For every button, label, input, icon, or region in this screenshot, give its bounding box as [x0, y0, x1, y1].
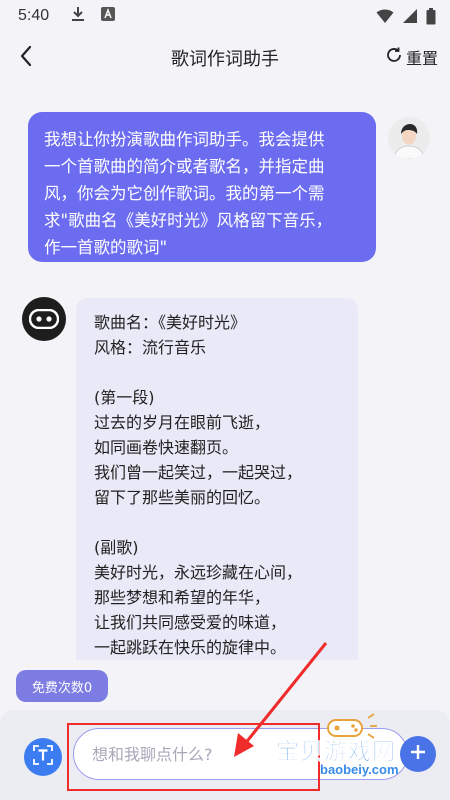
assistant-message-bubble: 歌曲名：《美好时光》 风格：流行音乐 (第一段) 过去的岁月在眼前飞逝， 如同画…: [76, 298, 358, 660]
user-message-line: 求"歌曲名《美好时光》风格留下音乐，: [44, 211, 333, 230]
user-avatar-icon: [388, 117, 430, 159]
verse-line: 过去的岁月在眼前飞逝，: [94, 413, 271, 432]
refresh-icon: [385, 46, 403, 68]
status-system-icons: [376, 7, 436, 25]
user-message-line: 我想让你扮演歌曲作词助手。我会提供: [44, 130, 325, 149]
watermark-url: baobeiy.com: [320, 762, 399, 777]
chorus-line: 一起跳跃在快乐的旋律中。: [94, 638, 287, 657]
status-notifications: [71, 6, 116, 26]
song-style: 风格：流行音乐: [94, 338, 207, 357]
watermark-name: 宝贝游戏网: [276, 739, 396, 766]
back-button[interactable]: [12, 44, 40, 72]
signal-icon: [402, 8, 418, 24]
app-notification-icon: [101, 7, 116, 25]
verse-line: 留下了那些美丽的回忆。: [94, 488, 271, 507]
user-message-bubble: 我想让你扮演歌曲作词助手。我会提供 一个首歌曲的简介或者歌名，并指定曲 风，你会…: [28, 112, 376, 262]
user-message-line: 作一首歌的歌词": [44, 238, 168, 257]
reset-button[interactable]: 重置: [385, 45, 438, 69]
chorus-heading: (副歌): [94, 538, 139, 557]
app-header: 歌词作词助手 重置: [0, 32, 450, 84]
user-avatar[interactable]: [388, 117, 430, 159]
verse-line: 如同画卷快速翻页。: [94, 438, 239, 457]
text-mode-button[interactable]: [24, 738, 62, 776]
status-time: 5:40: [18, 7, 50, 24]
free-count-badge: 免费次数0: [16, 670, 108, 702]
wifi-icon: [376, 8, 394, 24]
verse-heading: (第一段): [94, 388, 155, 407]
user-message-line: 风，你会为它创作歌词。我的第一个需: [44, 184, 325, 203]
download-icon: [71, 6, 85, 26]
chorus-line: 那些梦想和希望的年华，: [94, 588, 271, 607]
reset-label: 重置: [405, 49, 438, 68]
user-message-line: 一个首歌曲的简介或者歌名，并指定曲: [44, 157, 325, 176]
assistant-logo-icon: [29, 309, 59, 329]
song-name: 歌曲名：《美好时光》: [94, 313, 247, 332]
chorus-line: 让我们共同感受爱的味道，: [94, 613, 287, 632]
battery-icon: [426, 7, 436, 25]
back-arrow-icon: [19, 45, 33, 71]
assistant-avatar[interactable]: [22, 297, 66, 341]
text-mode-icon: [32, 744, 54, 770]
plus-icon: [409, 743, 427, 765]
add-button[interactable]: [400, 736, 436, 772]
chorus-line: 美好时光，永远珍藏在心间，: [94, 563, 303, 582]
verse-line: 我们曾一起笑过，一起哭过，: [94, 463, 303, 482]
status-bar: 5:40: [0, 0, 450, 32]
page-title: 歌词作词助手: [171, 49, 279, 70]
